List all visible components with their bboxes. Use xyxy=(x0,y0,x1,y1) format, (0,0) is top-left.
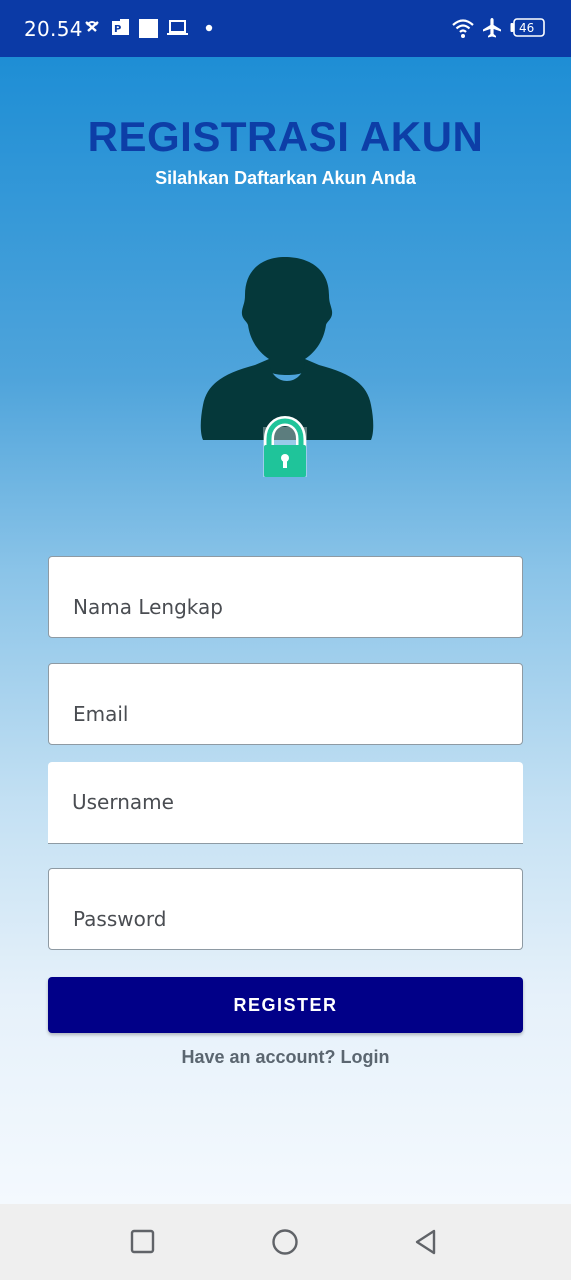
back-icon[interactable] xyxy=(410,1226,442,1258)
notification-laptop-icon xyxy=(167,20,188,35)
full-name-input[interactable] xyxy=(73,557,493,637)
email-field[interactable] xyxy=(48,663,523,745)
login-link[interactable]: Have an account? Login xyxy=(0,1047,571,1068)
navigation-bar xyxy=(0,1204,571,1280)
home-icon[interactable] xyxy=(269,1226,301,1258)
notification-dot-icon xyxy=(205,24,213,32)
password-input[interactable] xyxy=(73,869,493,949)
password-field[interactable] xyxy=(48,868,523,950)
username-input[interactable] xyxy=(72,762,492,843)
status-bar: 20.54 P 46 xyxy=(0,0,571,57)
user-lock-icon xyxy=(200,257,374,477)
full-name-field[interactable] xyxy=(48,556,523,638)
svg-text:P: P xyxy=(114,24,121,35)
registration-screen: 20.54 P 46 REGISTRASI AKUN Silahkan Daft… xyxy=(0,0,571,1280)
register-button[interactable]: REGISTER xyxy=(48,977,523,1033)
page-title: REGISTRASI AKUN xyxy=(87,113,484,160)
recent-apps-icon[interactable] xyxy=(127,1226,159,1258)
lock-icon xyxy=(263,415,307,477)
notification-app-icon xyxy=(85,21,99,32)
username-field[interactable] xyxy=(48,762,523,844)
battery-icon: 46 xyxy=(510,18,545,37)
email-input[interactable] xyxy=(73,664,493,744)
battery-level-text: 46 xyxy=(519,21,534,35)
notification-publisher-icon: P xyxy=(112,19,129,35)
status-time: 20.54 xyxy=(24,17,83,41)
wifi-icon xyxy=(452,19,474,38)
page-subtitle: Silahkan Daftarkan Akun Anda xyxy=(155,168,416,188)
airplane-mode-icon xyxy=(483,18,501,38)
notification-square-icon xyxy=(139,19,158,38)
